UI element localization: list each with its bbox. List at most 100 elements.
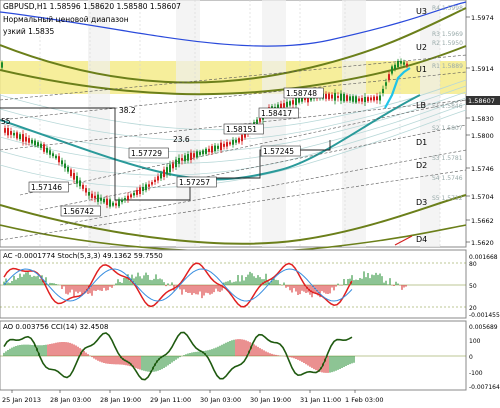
candle-body: [145, 184, 147, 191]
price-label: 1.58748: [286, 89, 317, 98]
candle-body: [91, 193, 93, 198]
level-d3: D3: [416, 198, 427, 207]
candle-body: [379, 95, 381, 101]
candle-body: [37, 142, 39, 147]
candle-body: [4, 128, 6, 133]
candle-body: [49, 150, 51, 155]
level-lb: LB: [416, 101, 426, 110]
candle-body: [241, 134, 243, 142]
candle-body: [283, 103, 285, 108]
candle-body: [373, 96, 375, 101]
candle-body: [286, 101, 288, 107]
candle-body: [148, 184, 150, 187]
price-label: 1.58417: [261, 109, 292, 118]
price-tick-label: 1.5830: [471, 115, 494, 123]
candle-body: [70, 169, 72, 177]
candle-body: [85, 188, 87, 193]
candle-body: [298, 98, 300, 103]
price-label: 1.56742: [63, 207, 94, 216]
candle-body: [331, 94, 333, 99]
candle-body: [100, 198, 102, 201]
candle-body: [367, 97, 369, 102]
candle-body: [166, 167, 168, 175]
price-label: 55: [1, 117, 11, 126]
candle-body: [364, 96, 366, 103]
candle-body: [55, 155, 57, 159]
candle-body: [211, 146, 213, 153]
candle-body: [22, 134, 24, 142]
ao-axis-label: -100: [469, 370, 483, 377]
candle-body: [328, 93, 330, 100]
candle-body: [229, 142, 231, 145]
current-price: 1.58607: [468, 97, 495, 105]
price-tick-label: 1.5914: [471, 65, 494, 73]
price-label: 1.57245: [263, 147, 294, 156]
candle-body: [106, 198, 108, 205]
candle-body: [67, 167, 69, 172]
candle-body: [205, 148, 207, 154]
pivot-axis-label: R4 1.5998: [432, 5, 463, 12]
price-tick-label: 1.5800: [471, 132, 494, 140]
price-label: 23.6: [173, 135, 190, 144]
candle-body: [154, 179, 156, 182]
time-label: 1 Feb 03:00: [345, 396, 384, 404]
candle-body: [202, 150, 204, 155]
price-label: 38.2: [119, 106, 136, 115]
candle-body: [97, 194, 99, 202]
candle-body: [325, 93, 327, 99]
ac-axis-label: -0.001455: [469, 312, 500, 319]
candle-body: [349, 96, 351, 101]
pivot-axis-label: S2 1.5807: [432, 125, 463, 132]
ao-axis-label: 0.005689: [469, 324, 498, 331]
price-label: 1.57729: [131, 149, 162, 158]
candle-body: [82, 184, 84, 189]
candle-body: [130, 194, 132, 198]
level-d1: D1: [416, 138, 427, 147]
pivot-axis-label: S4 1.5746: [432, 175, 463, 182]
candle-body: [391, 66, 393, 74]
session-shade: [262, 0, 286, 247]
candle-body: [52, 153, 54, 157]
ac-stoch-label: AC -0.0001774 Stoch(5,3,3) 49.1362 59.75…: [3, 252, 163, 260]
candle-body: [160, 173, 162, 179]
candle-body: [181, 158, 183, 161]
price-tick-label: 1.5704: [471, 193, 494, 201]
candle-body: [127, 195, 129, 200]
candle-body: [382, 88, 384, 94]
candle-body: [358, 98, 360, 102]
candle-body: [403, 62, 405, 65]
candle-body: [376, 96, 378, 101]
candle-body: [289, 101, 291, 106]
candle-body: [169, 164, 171, 173]
candle-body: [193, 153, 195, 158]
ao-axis-label: 100: [469, 338, 481, 345]
candle-body: [109, 199, 111, 207]
candle-body: [142, 186, 144, 192]
candle-body: [217, 145, 219, 149]
candle-body: [115, 203, 117, 206]
level-u3: U3: [416, 7, 427, 16]
candle-body: [25, 136, 27, 142]
session-shade: [176, 0, 200, 247]
candle-body: [121, 199, 123, 203]
time-label: 29 Jan 11:00: [150, 396, 191, 404]
price-tick-label: 1.5746: [471, 165, 494, 173]
chart-canvas[interactable]: 1.58748 1.58417 1.58151 1.57729 1.57257 1.572…: [0, 0, 500, 408]
time-label: 31 Jan 11:00: [300, 396, 341, 404]
candle-body: [34, 140, 36, 146]
time-label: 28 Jan 03:00: [50, 396, 91, 404]
normal-range-band: [0, 61, 466, 94]
candle-body: [208, 148, 210, 152]
candle-body: [94, 195, 96, 199]
time-label: 30 Jan 03:00: [200, 396, 241, 404]
candle-body: [400, 61, 402, 64]
candle-body: [199, 151, 201, 155]
candle-body: [385, 82, 387, 86]
candle-body: [16, 132, 18, 139]
ao-axis-label: 0: [469, 354, 473, 361]
candle-body: [406, 63, 408, 66]
candle-body: [136, 189, 138, 195]
candle-body: [118, 199, 120, 207]
candle-body: [346, 95, 348, 101]
candle-body: [31, 139, 33, 144]
